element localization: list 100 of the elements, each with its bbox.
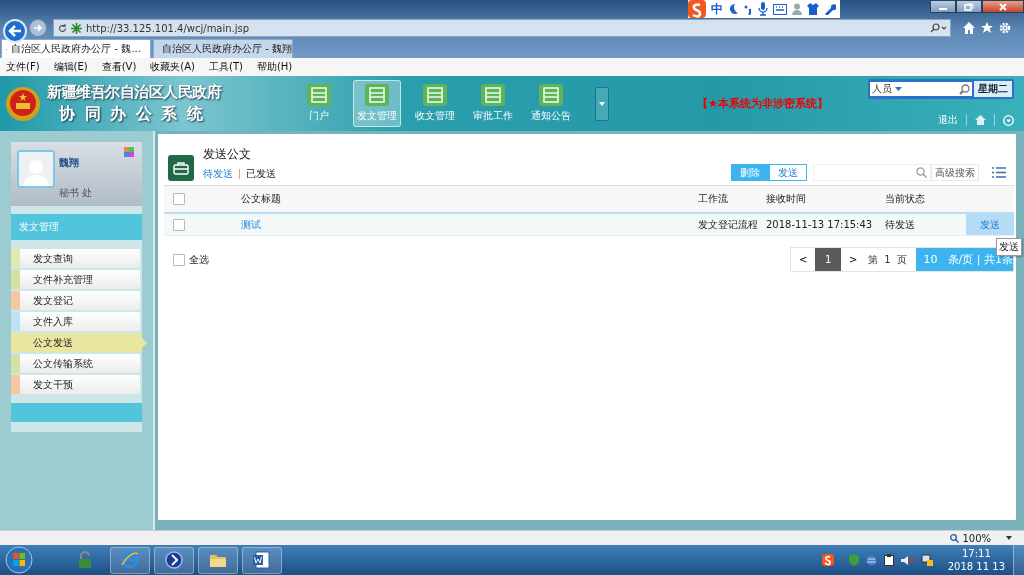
search-icon xyxy=(916,167,927,178)
sidebar-item[interactable]: 文件补充管理 xyxy=(11,270,140,289)
microphone-icon[interactable] xyxy=(758,2,768,16)
zoom-level[interactable]: 100% xyxy=(962,532,991,544)
list-icon xyxy=(539,84,563,106)
notice-text: 【★本系统为非涉密系统】 xyxy=(697,96,828,111)
filter-tab[interactable]: 待发送 xyxy=(203,167,233,181)
menu-item[interactable]: 收藏夹(A) xyxy=(150,60,195,74)
column-header: 工作流 xyxy=(698,186,766,214)
network-icon[interactable] xyxy=(920,554,933,566)
column-header: 当前状态 xyxy=(885,186,966,214)
taskbar-button[interactable] xyxy=(198,546,238,574)
menu-item[interactable]: 工具(T) xyxy=(209,60,243,74)
caret-icon[interactable] xyxy=(1006,536,1012,540)
wrench-icon[interactable] xyxy=(824,3,836,15)
column-header: 公文标题 xyxy=(241,186,698,214)
browser-tab[interactable]: 自治区人民政府办公厅 - 魏翔 xyxy=(153,39,293,58)
refresh-icon[interactable] xyxy=(58,23,67,33)
list-icon xyxy=(423,84,447,106)
clipboard-icon[interactable] xyxy=(883,554,894,566)
globe-icon[interactable] xyxy=(865,554,877,566)
search-field[interactable]: 人员 xyxy=(870,82,972,96)
menu-item[interactable]: 查看(V) xyxy=(101,60,137,74)
caret-icon[interactable] xyxy=(895,87,902,91)
table-cell: 发文登记流程 xyxy=(698,214,766,236)
send-button[interactable]: 发送 xyxy=(769,164,807,181)
list-view-icon[interactable] xyxy=(992,167,1006,178)
table-cell: 待发送 xyxy=(885,214,966,236)
start-button-icon[interactable] xyxy=(4,545,34,575)
person-silhouette-icon xyxy=(23,158,49,186)
checkbox[interactable] xyxy=(173,218,185,231)
scope-select[interactable]: 人员 xyxy=(872,82,892,96)
settings-icon[interactable] xyxy=(999,22,1011,34)
tab-title: 自治区人民政府办公厅 - 魏... xyxy=(11,42,141,56)
filter-tab[interactable]: 已发送 xyxy=(246,167,276,181)
page-input[interactable]: 1 xyxy=(881,248,894,271)
search-icon[interactable] xyxy=(930,23,946,33)
system-subtitle: 协 同 办 公 系 统 xyxy=(58,103,206,125)
page-label: 第 xyxy=(867,252,880,267)
home-icon[interactable] xyxy=(963,22,975,34)
shirt-icon[interactable] xyxy=(807,3,819,15)
list-icon xyxy=(307,84,331,106)
moon-icon[interactable] xyxy=(728,3,738,15)
pointer-icon xyxy=(142,338,147,348)
briefcase-drawing xyxy=(173,161,189,175)
page-label: 页 xyxy=(895,252,908,267)
forward-button[interactable] xyxy=(29,19,47,37)
checkbox[interactable] xyxy=(173,253,185,266)
tooltip: 发送 xyxy=(996,238,1022,256)
column-header: 接收时间 xyxy=(766,186,885,214)
minimize-button[interactable] xyxy=(930,0,956,13)
search-icon[interactable] xyxy=(959,83,970,95)
page-number[interactable]: 1 xyxy=(815,248,842,271)
advanced-search-button[interactable]: 高级搜索 xyxy=(931,164,979,181)
table-cell: 2018-11-13 17:15:43 xyxy=(766,214,885,236)
color-palette-icon[interactable] xyxy=(124,147,134,157)
menu-item[interactable]: 文件(F) xyxy=(6,60,40,74)
select-all-label[interactable]: 全选 xyxy=(189,252,209,267)
sidebar-item[interactable]: 发文查询 xyxy=(11,249,140,268)
zoom-icon[interactable] xyxy=(950,533,960,543)
list-icon xyxy=(365,84,389,106)
tab-title: 自治区人民政府办公厅 - 魏翔 xyxy=(162,42,292,56)
input-method-logo-icon[interactable] xyxy=(688,0,706,18)
dropdown-circle-icon[interactable] xyxy=(1003,114,1014,126)
taskbar-button[interactable] xyxy=(154,546,194,574)
sidebar-item[interactable]: 发文干预 xyxy=(11,375,140,394)
punctuation-icon[interactable] xyxy=(743,3,753,15)
speaker-muted-icon[interactable] xyxy=(900,554,914,566)
sidebar-item[interactable]: 发文登记 xyxy=(11,291,140,310)
checkbox[interactable] xyxy=(173,193,185,205)
section-header: 发文管理 xyxy=(11,214,142,240)
clock-time: 17:11 xyxy=(961,547,991,560)
address-bar[interactable]: http://33.125.101.4/wcj/main.jsp xyxy=(53,19,951,37)
menu-item[interactable]: 帮助(H) xyxy=(256,60,293,74)
show-desktop-button[interactable] xyxy=(1013,545,1024,575)
user-department: 秘书 处 xyxy=(59,186,93,200)
star-icon[interactable] xyxy=(981,22,993,34)
forward-arrow-icon xyxy=(33,23,43,33)
system-title: 新疆维吾尔自治区人民政府 xyxy=(47,82,221,102)
input-mode-label[interactable]: 中 xyxy=(711,0,723,18)
clock[interactable]: 17:11 2018 11 13 xyxy=(947,547,1005,573)
restore-button[interactable] xyxy=(956,0,982,13)
document-title-link[interactable]: 测试 xyxy=(241,217,261,232)
restore-icon xyxy=(964,2,974,11)
browser-tab[interactable]: 自治区人民政府办公厅 - 魏... xyxy=(1,39,151,58)
input-method-logo-icon[interactable] xyxy=(821,554,834,566)
more-button[interactable] xyxy=(595,86,609,121)
caret-icon xyxy=(599,101,605,106)
taskbar-button[interactable] xyxy=(242,546,282,574)
clock-date: 2018 11 13 xyxy=(947,560,1005,573)
close-button[interactable] xyxy=(982,0,1024,13)
national-emblem-icon xyxy=(5,85,41,122)
search-field[interactable] xyxy=(813,164,931,181)
url-text: http://33.125.101.4/wcj/main.jsp xyxy=(86,22,250,34)
back-button[interactable] xyxy=(3,19,27,43)
sidebar-item[interactable]: 公文传输系统 xyxy=(11,354,140,373)
keyboard-icon[interactable] xyxy=(773,3,787,15)
list-icon xyxy=(481,84,505,106)
sidebar-item[interactable]: 文件入库 xyxy=(11,312,140,331)
menu-item[interactable]: 编辑(E) xyxy=(53,60,88,74)
